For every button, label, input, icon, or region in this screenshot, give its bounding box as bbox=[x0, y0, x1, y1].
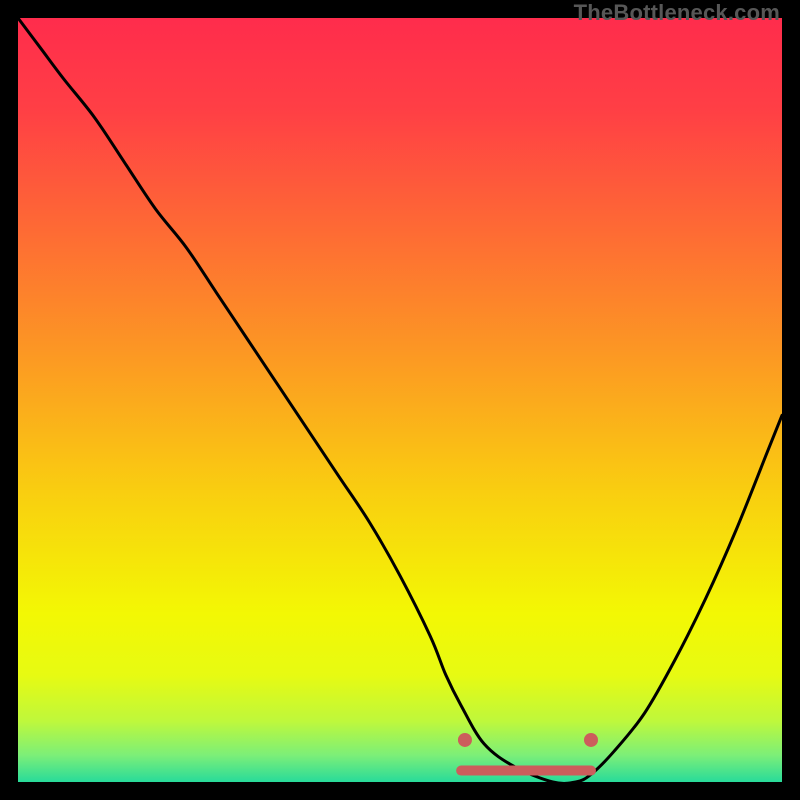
optimal-zone-start-marker bbox=[458, 733, 472, 747]
optimal-zone-end-marker bbox=[584, 733, 598, 747]
plot-area bbox=[18, 18, 782, 782]
chart-frame: TheBottleneck.com bbox=[0, 0, 800, 800]
heat-gradient bbox=[18, 18, 782, 782]
watermark-text: TheBottleneck.com bbox=[574, 0, 780, 26]
chart-svg bbox=[18, 18, 782, 782]
